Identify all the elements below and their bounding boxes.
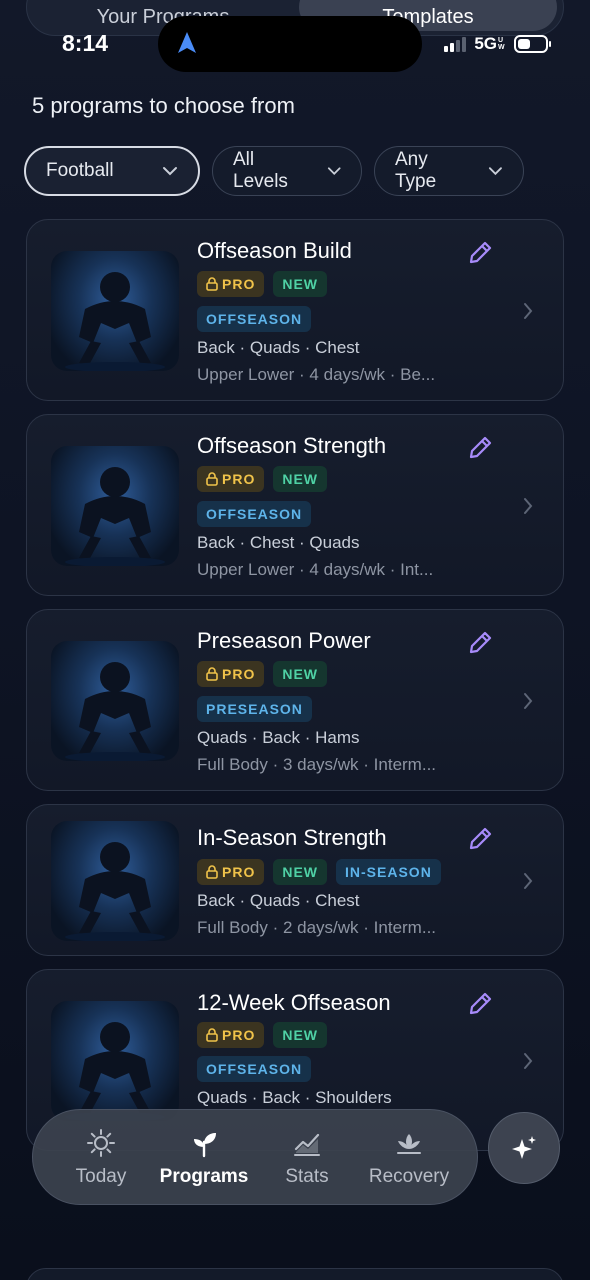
program-thumbnail [51, 821, 179, 941]
chevron-right-icon [524, 693, 533, 709]
lock-icon [206, 865, 218, 879]
pro-badge: PRO [197, 271, 265, 297]
chevron-down-icon [489, 167, 503, 176]
lotus-icon [397, 1134, 421, 1154]
badge-row: PRO NEW [197, 466, 328, 492]
program-muscles: Back · Chest · Quads [197, 533, 360, 552]
chevron-right-icon [524, 1053, 533, 1069]
program-card[interactable]: Offseason Build PRO NEW OFFSEASON Back ·… [26, 219, 564, 401]
program-meta: Full Body · 2 days/wk · Interm... [197, 918, 437, 937]
edit-pencil-icon[interactable] [467, 991, 493, 1017]
edit-pencil-icon[interactable] [467, 435, 493, 461]
edit-pencil-icon[interactable] [467, 630, 493, 656]
phase-badge: OFFSEASON [197, 306, 312, 332]
lock-icon [206, 472, 218, 486]
lock-icon [206, 1028, 218, 1042]
program-meta: Full Body · 3 days/wk · Interm... [197, 755, 437, 774]
program-title: In-Season Strength [197, 825, 387, 850]
badge-row: PRO NEW IN-SEASON [197, 859, 441, 885]
phase-badge-row: OFFSEASON [197, 501, 312, 527]
lock-icon [206, 277, 218, 291]
program-title: 12-Week Offseason [197, 990, 391, 1015]
program-meta: Upper Lower · 4 days/wk · Be... [197, 365, 436, 384]
chevron-right-icon [524, 303, 533, 319]
chevron-right-icon [524, 498, 533, 514]
program-card[interactable]: Offseason Strength PRO NEW OFFSEASON Bac… [26, 414, 564, 596]
phase-badge: OFFSEASON [197, 501, 312, 527]
program-count: 5 programs to choose from [32, 93, 295, 118]
sun-icon [87, 1129, 115, 1157]
program-meta: Upper Lower · 4 days/wk · Int... [197, 560, 434, 579]
type-filter-dropdown[interactable]: Any Type [374, 146, 524, 196]
tab-programs[interactable]: Programs [159, 1128, 249, 1188]
program-card[interactable]: In-Season Strength PRO NEW IN-SEASON Bac… [26, 804, 564, 956]
sparkle-icon [512, 1136, 536, 1159]
chart-line-icon [294, 1133, 320, 1156]
status-indicators: 5G UW [444, 34, 551, 54]
dynamic-island [158, 16, 422, 72]
program-title: Offseason Strength [197, 433, 387, 458]
phase-badge: PRESEASON [197, 696, 312, 722]
phase-badge-row: OFFSEASON [197, 306, 312, 332]
program-title: Offseason Build [197, 238, 352, 263]
new-badge: NEW [273, 1022, 328, 1048]
status-time: 8:14 [62, 30, 109, 56]
badge-row: PRO NEW [197, 1022, 328, 1048]
program-muscles: Quads · Back · Hams [197, 728, 360, 747]
signal-icon [444, 36, 467, 52]
tab-stats[interactable]: Stats [279, 1128, 335, 1188]
phase-badge: IN-SEASON [336, 859, 441, 885]
phase-badge: OFFSEASON [197, 1056, 312, 1082]
battery-icon [514, 35, 551, 53]
program-muscles: Back · Quads · Chest [197, 891, 360, 910]
edit-pencil-icon[interactable] [467, 826, 493, 852]
program-thumbnail [51, 641, 179, 761]
filter-bar: Football All Levels Any Type [24, 146, 524, 196]
ai-assistant-button[interactable] [488, 1112, 560, 1184]
level-filter-dropdown[interactable]: All Levels [212, 146, 362, 196]
lock-icon [206, 667, 218, 681]
new-badge: NEW [273, 859, 328, 885]
new-badge: NEW [273, 466, 328, 492]
program-muscles: Back · Quads · Chest [197, 338, 360, 357]
chevron-down-icon [163, 167, 177, 176]
program-title: Preseason Power [197, 628, 371, 653]
bottom-tab-bar: Today Programs Stats Recovery [32, 1109, 478, 1205]
program-card-peek [26, 1268, 564, 1280]
phase-badge-row: OFFSEASON [197, 1056, 312, 1082]
sport-filter-dropdown[interactable]: Football [24, 146, 200, 196]
tab-recovery[interactable]: Recovery [367, 1128, 451, 1188]
program-card[interactable]: Preseason Power PRO NEW PRESEASON Quads … [26, 609, 564, 791]
location-arrow-icon [178, 32, 196, 53]
network-label: 5G UW [474, 34, 505, 53]
program-thumbnail [51, 446, 179, 566]
pro-badge: PRO [197, 859, 265, 885]
chevron-right-icon [524, 873, 533, 889]
tab-today[interactable]: Today [73, 1128, 129, 1188]
pro-badge: PRO [197, 661, 265, 687]
new-badge: NEW [273, 271, 328, 297]
program-thumbnail [51, 251, 179, 371]
edit-pencil-icon[interactable] [467, 240, 493, 266]
badge-row: PRO NEW [197, 661, 328, 687]
program-thumbnail [51, 1001, 179, 1121]
chevron-down-icon [327, 167, 341, 175]
sprout-icon [194, 1133, 216, 1158]
program-muscles: Quads · Back · Shoulders [197, 1088, 392, 1107]
pro-badge: PRO [197, 1022, 265, 1048]
badge-row: PRO NEW [197, 271, 328, 297]
new-badge: NEW [273, 661, 328, 687]
phase-badge-row: PRESEASON [197, 696, 312, 722]
pro-badge: PRO [197, 466, 265, 492]
